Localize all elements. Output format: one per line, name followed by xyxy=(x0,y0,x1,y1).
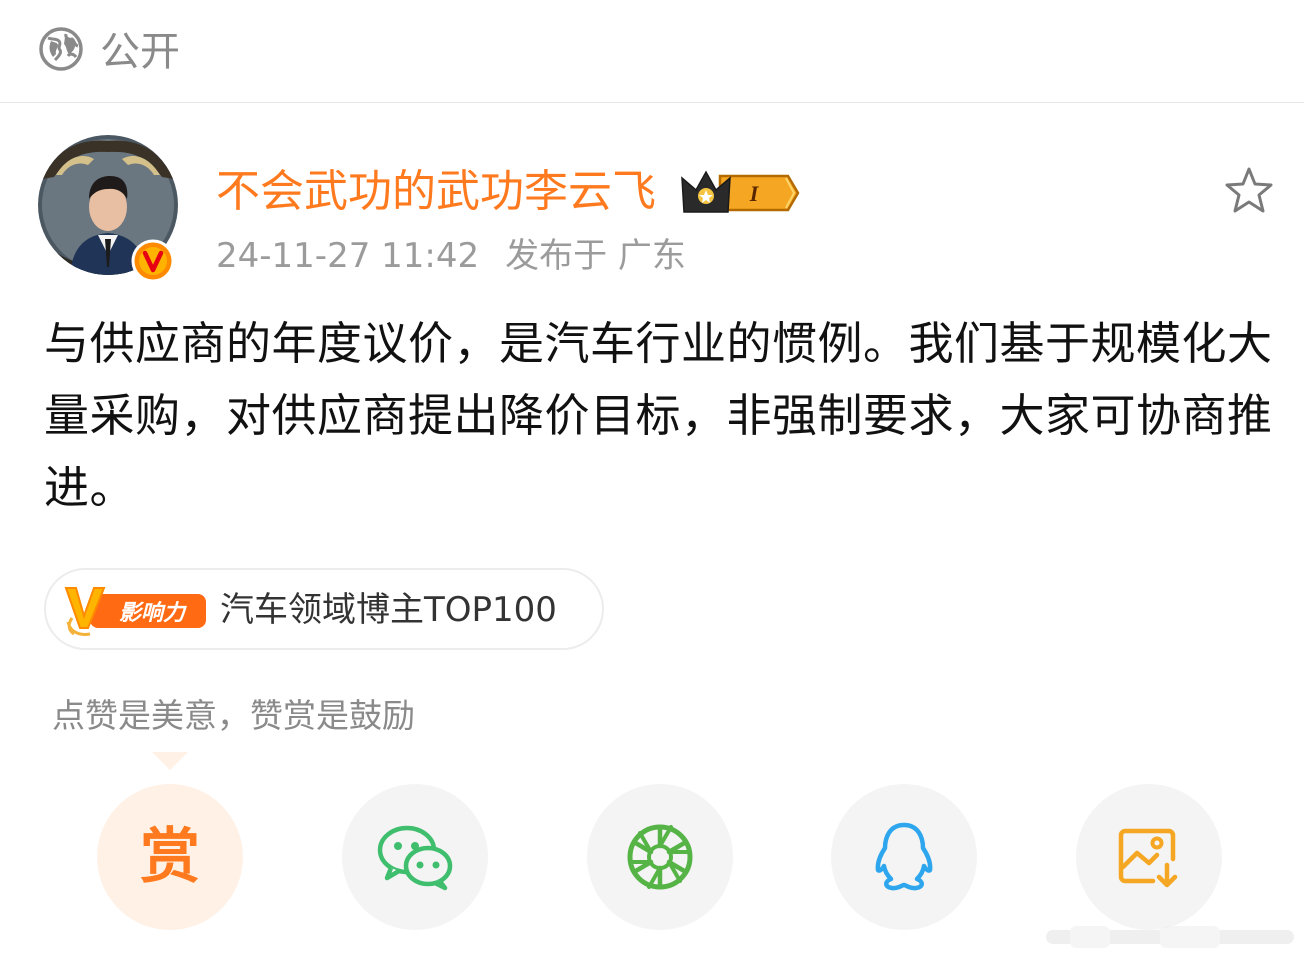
globe-icon xyxy=(39,27,83,71)
verified-v-icon xyxy=(131,239,175,283)
influence-v-logo-icon: 影响力 xyxy=(64,587,206,636)
save-image-icon xyxy=(1118,828,1178,888)
reward-hint: 点赞是美意，赞赏是鼓励 xyxy=(52,696,415,735)
watermark-logo xyxy=(1046,926,1294,948)
post-body-text: 与供应商的年度议价，是汽车行业的惯例。我们基于规模化大量采购，对供应商提出降价目… xyxy=(44,317,1273,514)
star-outline-icon[interactable] xyxy=(1222,164,1276,218)
share-moments-button[interactable] xyxy=(587,784,733,930)
author-name[interactable]: 不会武功的武功李云飞 xyxy=(216,162,656,222)
reward-pointer-caret xyxy=(152,752,188,770)
wechat-icon xyxy=(377,825,453,891)
moments-aperture-icon xyxy=(627,824,693,890)
share-qq-button[interactable] xyxy=(831,784,977,930)
influence-tag[interactable]: 影响力 汽车领域博主TOP100 xyxy=(44,568,604,650)
post-timestamp: 24-11-27 11:42 xyxy=(216,236,480,276)
influence-label: 汽车领域博主TOP100 xyxy=(220,590,557,630)
post-location: 发布于 广东 xyxy=(505,236,686,276)
reward-icon: 赏 xyxy=(140,822,200,892)
crown-level-badge-icon[interactable]: I xyxy=(680,168,802,218)
influence-logo-text: 影响力 xyxy=(119,601,187,626)
qq-penguin-icon xyxy=(875,822,933,891)
top-bar: 公开 xyxy=(0,0,1304,103)
share-wechat-button[interactable] xyxy=(342,784,488,930)
visibility-label[interactable]: 公开 xyxy=(100,24,180,80)
crown-badge-text: I xyxy=(749,181,760,206)
reward-button[interactable]: 赏 xyxy=(97,784,243,930)
post-meta: 24-11-27 11:42 发布于 广东 xyxy=(216,232,686,280)
save-image-button[interactable] xyxy=(1076,784,1222,930)
